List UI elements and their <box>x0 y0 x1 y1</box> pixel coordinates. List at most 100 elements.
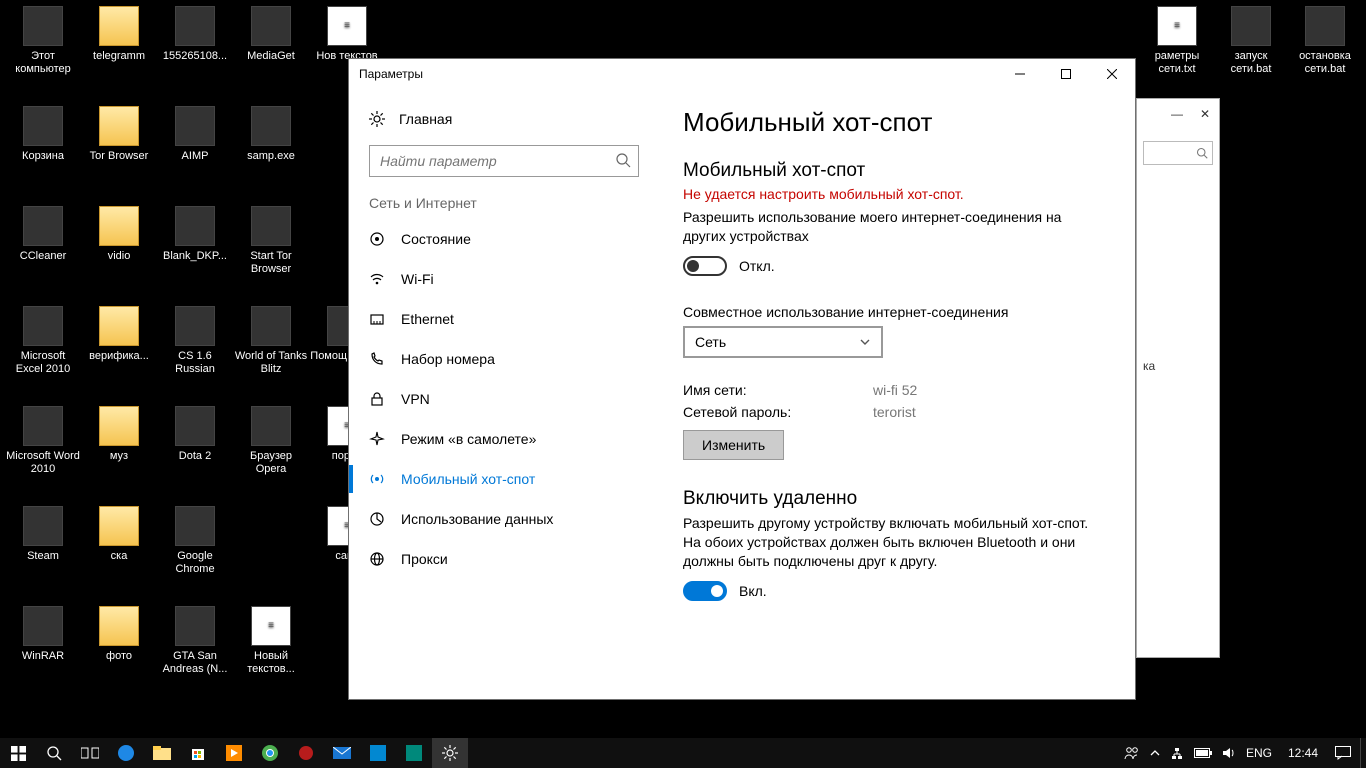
desktop-icon[interactable]: AIMP <box>158 106 232 163</box>
desktop-icon[interactable]: CCleaner <box>6 206 80 263</box>
datausage-icon <box>369 511 385 527</box>
desktop-icon[interactable]: samp.exe <box>234 106 308 163</box>
taskbar-media[interactable] <box>216 738 252 768</box>
taskbar-opera[interactable] <box>288 738 324 768</box>
text-file-icon: ≡ <box>1157 6 1197 46</box>
sidebar-item-dialup[interactable]: Набор номера <box>349 339 659 379</box>
sidebar-item-airplane[interactable]: Режим «в самолете» <box>349 419 659 459</box>
maximize-button[interactable] <box>1043 59 1089 89</box>
desktop-icon[interactable]: фото <box>82 606 156 663</box>
sidebar-item-proxy[interactable]: Прокси <box>349 539 659 579</box>
proxy-icon <box>369 551 385 567</box>
behind-search-field[interactable] <box>1143 141 1213 165</box>
app-icon <box>23 206 63 246</box>
task-view-button[interactable] <box>72 738 108 768</box>
desktop-icon[interactable]: MediaGet <box>234 6 308 63</box>
app-icon <box>175 6 215 46</box>
desktop-icon[interactable]: Start Tor Browser <box>234 206 308 276</box>
desktop-icon[interactable]: ≡Нов текстов <box>310 6 384 63</box>
desktop-icon[interactable]: запуск сети.bat <box>1214 6 1288 76</box>
desktop-icon[interactable]: остановка сети.bat <box>1288 6 1362 76</box>
desktop-icon-label: запуск сети.bat <box>1214 50 1288 76</box>
app-icon <box>1231 6 1271 46</box>
sidebar-item-wifi[interactable]: Wi-Fi <box>349 259 659 299</box>
taskbar-chrome[interactable] <box>252 738 288 768</box>
settings-titlebar[interactable]: Параметры <box>349 59 1135 89</box>
taskbar-mail[interactable] <box>324 738 360 768</box>
desktop-icon[interactable]: Blank_DKP... <box>158 206 232 263</box>
sidebar-item-hotspot[interactable]: Мобильный хот-спот <box>349 459 659 499</box>
sidebar-item-status[interactable]: Состояние <box>349 219 659 259</box>
action-center-button[interactable] <box>1326 738 1360 768</box>
behind-minimize-button[interactable]: — <box>1163 99 1191 129</box>
dialup-icon <box>369 351 385 367</box>
desktop-icon-label: Blank_DKP... <box>158 250 232 263</box>
desktop-icon[interactable]: Tor Browser <box>82 106 156 163</box>
taskbar-store[interactable] <box>180 738 216 768</box>
tray-language[interactable]: ENG <box>1246 746 1272 760</box>
remote-toggle[interactable] <box>683 581 727 601</box>
desktop-icon[interactable]: Microsoft Word 2010 <box>6 406 80 476</box>
system-tray: ENG <box>1116 738 1280 768</box>
desktop-icon[interactable]: Браузер Opera <box>234 406 308 476</box>
desktop-icon[interactable]: GTA San Andreas (N... <box>158 606 232 676</box>
desktop-icon[interactable]: vidio <box>82 206 156 263</box>
desktop-icon[interactable]: Этот компьютер <box>6 6 80 76</box>
taskbar-edge[interactable] <box>108 738 144 768</box>
search-input[interactable] <box>369 145 639 177</box>
people-icon[interactable] <box>1124 745 1140 761</box>
settings-main: Мобильный хот-спот Мобильный хот-спот Не… <box>659 89 1135 699</box>
app-icon <box>175 106 215 146</box>
taskbar-settings[interactable] <box>432 738 468 768</box>
desktop-icon[interactable]: ≡раметры сети.txt <box>1140 6 1214 76</box>
edit-button[interactable]: Изменить <box>683 430 784 460</box>
desktop-icon[interactable]: муз <box>82 406 156 463</box>
hotspot-toggle-label: Откл. <box>739 258 775 274</box>
sidebar-item-vpn[interactable]: VPN <box>349 379 659 419</box>
close-button[interactable] <box>1089 59 1135 89</box>
folder-icon <box>99 606 139 646</box>
desktop-icon[interactable]: ≡Новый текстов... <box>234 606 308 676</box>
network-icon[interactable] <box>1170 746 1184 760</box>
sidebar-item-datausage[interactable]: Использование данных <box>349 499 659 539</box>
sidebar-item-ethernet[interactable]: Ethernet <box>349 299 659 339</box>
share-from-select[interactable]: Сеть <box>683 326 883 358</box>
desktop-icon[interactable]: Корзина <box>6 106 80 163</box>
battery-icon[interactable] <box>1194 748 1212 758</box>
hotspot-toggle[interactable] <box>683 256 727 276</box>
tray-clock[interactable]: 12:44 <box>1280 738 1326 768</box>
desktop-icon[interactable]: Google Chrome <box>158 506 232 576</box>
show-desktop-button[interactable] <box>1360 738 1366 768</box>
desktop-icon[interactable]: CS 1.6 Russian <box>158 306 232 376</box>
app-icon <box>251 106 291 146</box>
app-icon <box>175 206 215 246</box>
minimize-button[interactable] <box>997 59 1043 89</box>
desktop-icon[interactable]: WinRAR <box>6 606 80 663</box>
taskbar-app-1[interactable] <box>360 738 396 768</box>
desktop-icon[interactable]: 155265108... <box>158 6 232 63</box>
desktop-icon[interactable]: Dota 2 <box>158 406 232 463</box>
desktop-icon[interactable]: ска <box>82 506 156 563</box>
search-icon <box>1196 147 1208 159</box>
remote-toggle-label: Вкл. <box>739 583 767 599</box>
start-button[interactable] <box>0 738 36 768</box>
status-icon <box>369 231 385 247</box>
taskbar-search[interactable] <box>36 738 72 768</box>
sidebar-home[interactable]: Главная <box>349 101 659 137</box>
desktop-icon[interactable]: верифика... <box>82 306 156 363</box>
volume-icon[interactable] <box>1222 746 1236 760</box>
tray-chevron-up-icon[interactable] <box>1150 748 1160 758</box>
desktop-icon[interactable]: Steam <box>6 506 80 563</box>
desktop-icon[interactable]: Microsoft Excel 2010 <box>6 306 80 376</box>
text-file-icon: ≡ <box>251 606 291 646</box>
desktop-icon-label: WinRAR <box>6 650 80 663</box>
taskbar-explorer[interactable] <box>144 738 180 768</box>
folder-icon <box>99 106 139 146</box>
desktop-icon[interactable]: World of Tanks Blitz <box>234 306 308 376</box>
behind-close-button[interactable]: ✕ <box>1191 99 1219 129</box>
taskbar-app-2[interactable] <box>396 738 432 768</box>
share-from-label: Совместное использование интернет-соедин… <box>683 304 1107 320</box>
desktop-icon[interactable]: telegramm <box>82 6 156 63</box>
desktop-icon-label: Этот компьютер <box>6 50 80 76</box>
remote-heading: Включить удаленно <box>683 488 1107 510</box>
